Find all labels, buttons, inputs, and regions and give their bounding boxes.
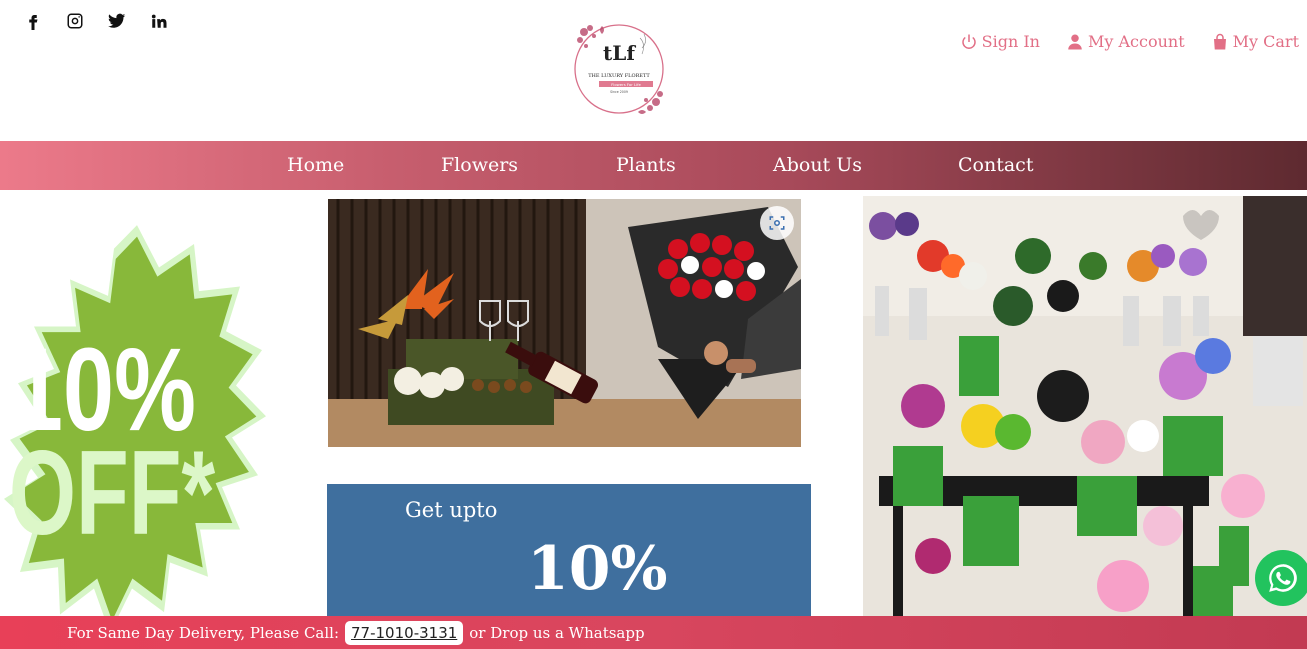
delivery-bar: For Same Day Delivery, Please Call: 77-1…	[0, 616, 1307, 649]
whatsapp-icon	[1269, 564, 1297, 592]
nav-home[interactable]: Home	[287, 141, 344, 190]
my-cart-label: My Cart	[1232, 32, 1299, 51]
nav-contact[interactable]: Contact	[958, 141, 1033, 190]
nav-plants[interactable]: Plants	[616, 141, 676, 190]
logo-brand: THE LUXURY FLORETT	[588, 73, 650, 79]
power-icon	[961, 34, 976, 49]
user-icon	[1068, 34, 1082, 49]
instagram-icon[interactable]	[54, 10, 96, 32]
my-cart-link[interactable]: My Cart	[1211, 32, 1299, 51]
gift-hamper-image[interactable]	[328, 199, 801, 447]
facebook-icon[interactable]	[12, 10, 54, 32]
linkedin-icon[interactable]	[138, 10, 180, 32]
whatsapp-button[interactable]	[1255, 550, 1307, 606]
social-links	[12, 10, 180, 32]
main-nav: Home Flowers Plants About Us Contact	[0, 141, 1307, 190]
promo-percent: 10%	[527, 534, 668, 604]
delivery-prefix: For Same Day Delivery, Please Call:	[67, 623, 340, 642]
promo-upto-text: Get upto	[405, 498, 498, 522]
sign-in-link[interactable]: Sign In	[960, 32, 1040, 51]
my-account-label: My Account	[1087, 32, 1185, 51]
phone-link[interactable]: 77-1010-3131	[345, 620, 464, 645]
account-links: Sign In My Account My Cart	[960, 32, 1299, 51]
visual-search-button[interactable]	[760, 206, 794, 240]
scan-icon	[769, 216, 785, 230]
twitter-icon[interactable]	[96, 10, 138, 32]
logo-monogram: tLf	[603, 41, 636, 65]
promo-banner[interactable]: Get upto 10%	[327, 484, 811, 624]
nav-flowers[interactable]: Flowers	[441, 141, 518, 190]
delivery-suffix: or Drop us a Whatsapp	[469, 623, 645, 642]
flower-shop-image[interactable]	[863, 196, 1307, 620]
sticker-text-bottom: OFF*	[9, 426, 216, 560]
logo-tagline: Flowers For Life	[611, 82, 641, 87]
discount-sticker[interactable]: 10% OFF*	[4, 222, 270, 634]
my-account-link[interactable]: My Account	[1066, 32, 1185, 51]
shopping-bag-icon	[1213, 33, 1226, 49]
brand-logo[interactable]: tLf THE LUXURY FLORETT Flowers For Life …	[572, 20, 666, 118]
sign-in-label: Sign In	[981, 32, 1040, 51]
logo-since: Since 2009	[610, 90, 628, 94]
nav-about-us[interactable]: About Us	[773, 141, 862, 190]
